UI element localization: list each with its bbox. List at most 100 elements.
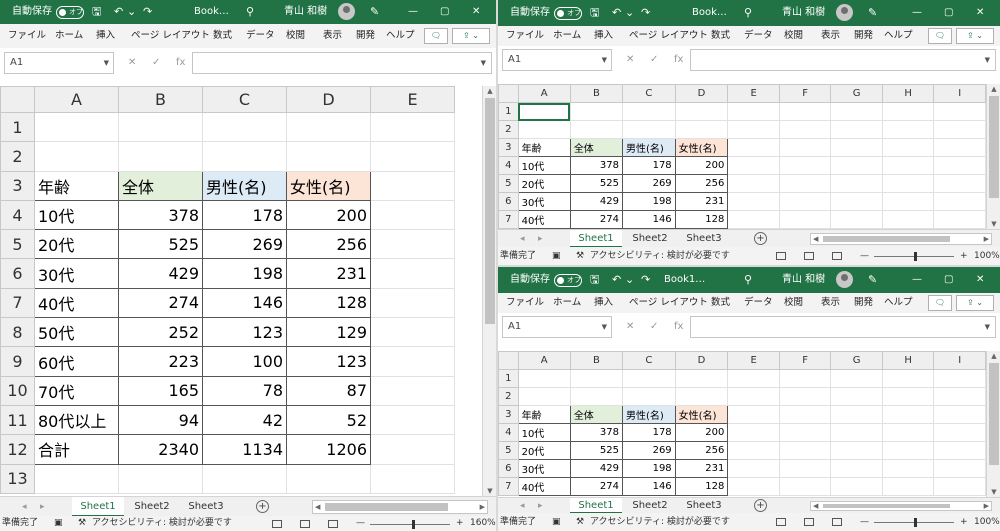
horizontal-scroll-thumb[interactable] (823, 504, 950, 508)
column-header[interactable]: B (569, 351, 623, 370)
column-header[interactable]: E (727, 84, 780, 103)
cell[interactable] (727, 405, 780, 424)
zoom-in-button[interactable]: + (456, 516, 464, 531)
name-box[interactable]: A1 ▼ (4, 52, 114, 74)
cell[interactable]: 20代 (517, 441, 571, 460)
add-sheet-icon[interactable]: + (754, 232, 767, 245)
cell[interactable]: 256 (674, 441, 729, 460)
row-header[interactable]: 3 (0, 170, 35, 201)
cell[interactable] (933, 405, 986, 424)
cell[interactable]: 10代 (517, 156, 571, 175)
redo-icon[interactable]: ↷ (641, 0, 650, 26)
pen-icon[interactable]: ✎ (868, 267, 877, 293)
cell[interactable] (727, 192, 780, 211)
row-header[interactable]: 5 (0, 229, 35, 260)
cell[interactable] (727, 102, 780, 121)
cell[interactable] (881, 138, 935, 157)
cell[interactable] (881, 192, 935, 211)
cell[interactable] (517, 369, 571, 388)
cell[interactable]: 10代 (517, 423, 571, 442)
row-header[interactable]: 4 (0, 199, 35, 231)
column-header[interactable]: H (881, 351, 935, 370)
cell[interactable]: 合計 (34, 434, 119, 465)
cell[interactable] (830, 174, 883, 193)
cell[interactable]: 165 (118, 375, 203, 406)
cell[interactable]: 128 (674, 477, 729, 496)
cell[interactable] (727, 369, 780, 388)
row-header[interactable]: 6 (0, 258, 35, 289)
cell[interactable] (830, 387, 883, 406)
search-icon[interactable]: ⚲ (744, 0, 752, 26)
cell[interactable] (933, 477, 986, 496)
formula-expand-icon[interactable]: ▼ (481, 53, 486, 73)
formula-input[interactable]: ▼ (192, 52, 492, 74)
column-header[interactable]: G (830, 84, 883, 103)
cell[interactable] (830, 423, 883, 442)
normal-view-icon[interactable] (776, 518, 786, 526)
cell[interactable]: 42 (202, 404, 287, 436)
formula-input[interactable]: ▼ (690, 316, 996, 338)
cell[interactable]: 80代以上 (34, 404, 119, 436)
cell-a1-selected[interactable] (517, 102, 571, 121)
cell[interactable]: 269 (621, 441, 676, 460)
cell[interactable] (621, 369, 676, 388)
row-header[interactable]: 3 (498, 138, 519, 157)
cell[interactable]: 231 (674, 459, 729, 478)
cell[interactable]: 女性(名) (286, 170, 371, 201)
row-header[interactable]: 7 (0, 287, 35, 319)
cell[interactable]: 年齢 (517, 405, 571, 424)
sheet-next-icon[interactable]: ▸ (538, 498, 543, 514)
cell[interactable] (933, 369, 986, 388)
cell[interactable]: 378 (569, 156, 623, 175)
cell[interactable] (778, 174, 832, 193)
sheet-next-icon[interactable]: ▸ (40, 497, 45, 517)
cell[interactable] (778, 138, 832, 157)
zoom-level[interactable]: 100% (974, 513, 1000, 531)
cell[interactable] (778, 120, 832, 139)
enter-icon[interactable]: ✓ (650, 46, 658, 74)
add-sheet-icon[interactable]: + (754, 499, 767, 512)
cell[interactable] (830, 192, 883, 211)
cell[interactable] (881, 423, 935, 442)
row-header[interactable]: 2 (0, 141, 35, 172)
row-header[interactable]: 1 (498, 369, 519, 388)
page-break-view-icon[interactable] (328, 520, 338, 528)
zoom-in-button[interactable]: + (960, 513, 968, 531)
column-header[interactable]: F (778, 351, 832, 370)
cell[interactable] (370, 317, 455, 348)
row-header[interactable]: 12 (0, 434, 35, 465)
cell[interactable] (370, 287, 455, 319)
zoom-out-button[interactable]: — (860, 513, 869, 531)
cell[interactable]: 256 (286, 229, 371, 260)
page-break-view-icon[interactable] (832, 252, 842, 260)
ribbon-tab-0[interactable]: ファイル (8, 24, 46, 48)
cell[interactable] (830, 120, 883, 139)
autosave-toggle[interactable]: オフ (554, 274, 582, 287)
cell[interactable] (881, 477, 935, 496)
undo-dropdown-icon[interactable]: ⌄ (127, 0, 136, 24)
search-icon[interactable]: ⚲ (246, 0, 254, 24)
pen-icon[interactable]: ✎ (868, 0, 877, 26)
avatar[interactable] (836, 4, 853, 21)
cell[interactable] (727, 138, 780, 157)
cell[interactable] (370, 375, 455, 406)
cell[interactable]: 525 (569, 174, 623, 193)
cell[interactable]: 女性(名) (674, 138, 729, 157)
ribbon-tab-7[interactable]: 表示 (821, 293, 840, 313)
scroll-up-icon[interactable]: ▲ (483, 87, 496, 95)
cell[interactable] (830, 369, 883, 388)
cell[interactable] (621, 120, 676, 139)
enter-icon[interactable]: ✓ (152, 48, 160, 78)
cell[interactable] (286, 141, 371, 172)
cell[interactable] (286, 111, 371, 143)
save-icon[interactable]: 🖫 (590, 267, 599, 293)
row-header[interactable]: 1 (498, 102, 519, 121)
scroll-down-icon[interactable]: ▼ (987, 488, 1000, 496)
zoom-slider-thumb[interactable] (914, 518, 917, 527)
cell[interactable]: 269 (202, 229, 287, 260)
autosave-toggle[interactable]: オフ (554, 7, 582, 20)
cell[interactable]: 60代 (34, 346, 119, 377)
cancel-icon[interactable]: ✕ (128, 48, 136, 78)
cell[interactable]: 1206 (286, 434, 371, 465)
cell[interactable] (933, 102, 986, 121)
